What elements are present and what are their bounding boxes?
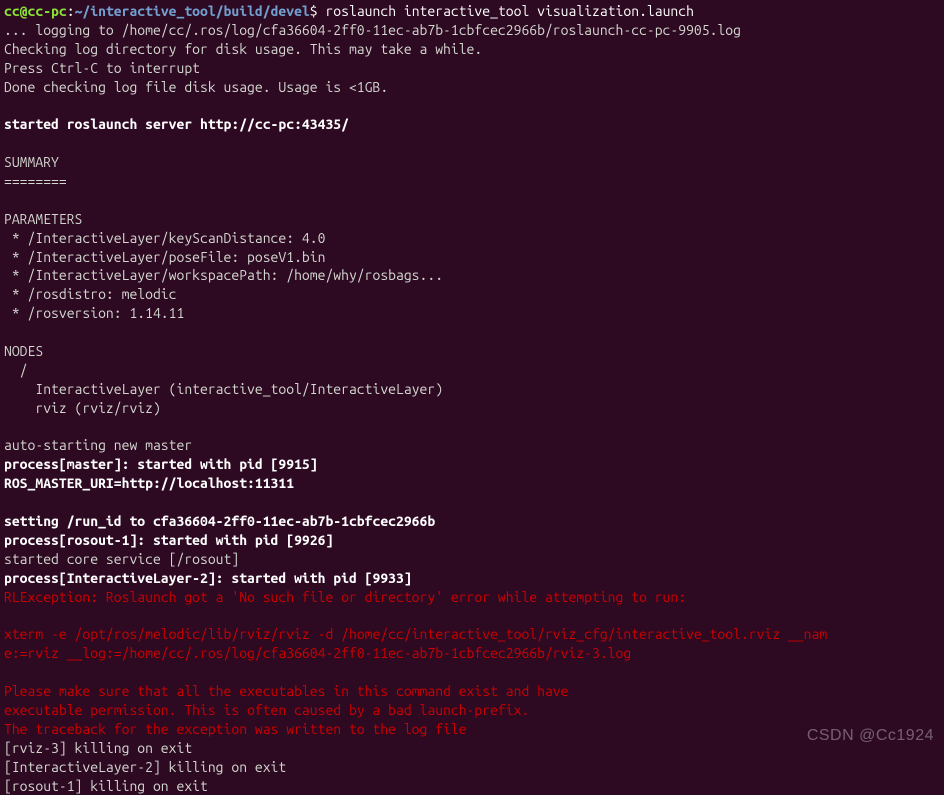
node-line: rviz (rviz/rviz) [4, 399, 944, 418]
process-line: process[rosout-1]: started with pid [992… [4, 531, 944, 550]
log-line: auto-starting new master [4, 436, 944, 455]
error-line: executable permission. This is often cau… [4, 701, 944, 720]
log-line: Press Ctrl-C to interrupt [4, 59, 944, 78]
kill-line: [InteractiveLayer-2] killing on exit [4, 758, 944, 777]
command-text: roslaunch interactive_tool visualization… [325, 3, 693, 19]
log-line: started core service [/rosout] [4, 550, 944, 569]
prompt-path: ~/interactive_tool/build/devel [75, 3, 310, 19]
kill-line: [rosout-1] killing on exit [4, 777, 944, 795]
log-line: Checking log directory for disk usage. T… [4, 40, 944, 59]
log-line: ... logging to /home/cc/.ros/log/cfa3660… [4, 21, 944, 40]
node-line: / [4, 361, 944, 380]
log-line: Done checking log file disk usage. Usage… [4, 78, 944, 97]
blank-line [4, 493, 944, 512]
error-line: xterm -e /opt/ros/melodic/lib/rviz/rviz … [4, 625, 944, 644]
prompt-dollar: $ [310, 3, 326, 19]
process-line: process[master]: started with pid [9915] [4, 455, 944, 474]
param-line: * /InteractiveLayer/keyScanDistance: 4.0 [4, 229, 944, 248]
parameters-header: PARAMETERS [4, 210, 944, 229]
param-line: * /InteractiveLayer/workspacePath: /home… [4, 266, 944, 285]
param-line: * /rosdistro: melodic [4, 285, 944, 304]
error-line: The traceback for the exception was writ… [4, 720, 944, 739]
process-line: process[InteractiveLayer-2]: started wit… [4, 569, 944, 588]
param-line: * /InteractiveLayer/poseFile: poseV1.bin [4, 248, 944, 267]
blank-line [4, 191, 944, 210]
prompt-user: cc@cc-pc [4, 3, 67, 19]
master-uri-line: ROS_MASTER_URI=http://localhost:11311 [4, 474, 944, 493]
param-line: * /rosversion: 1.14.11 [4, 304, 944, 323]
nodes-header: NODES [4, 342, 944, 361]
error-line: RLException: Roslaunch got a 'No such fi… [4, 588, 944, 607]
terminal-output[interactable]: cc@cc-pc:~/interactive_tool/build/devel$… [4, 2, 944, 795]
summary-header: SUMMARY [4, 153, 944, 172]
blank-line [4, 418, 944, 437]
watermark-text: CSDN @Cc1924 [807, 725, 934, 747]
blank-line [4, 96, 944, 115]
blank-line [4, 134, 944, 153]
prompt-line: cc@cc-pc:~/interactive_tool/build/devel$… [4, 2, 944, 21]
blank-line [4, 323, 944, 342]
runid-line: setting /run_id to cfa36604-2ff0-11ec-ab… [4, 512, 944, 531]
error-line [4, 663, 944, 682]
error-line [4, 607, 944, 626]
error-line: Please make sure that all the executable… [4, 682, 944, 701]
prompt-sep: : [67, 3, 75, 19]
error-line: e:=rviz __log:=/home/cc/.ros/log/cfa3660… [4, 644, 944, 663]
summary-divider: ======== [4, 172, 944, 191]
server-line: started roslaunch server http://cc-pc:43… [4, 115, 944, 134]
node-line: InteractiveLayer (interactive_tool/Inter… [4, 380, 944, 399]
